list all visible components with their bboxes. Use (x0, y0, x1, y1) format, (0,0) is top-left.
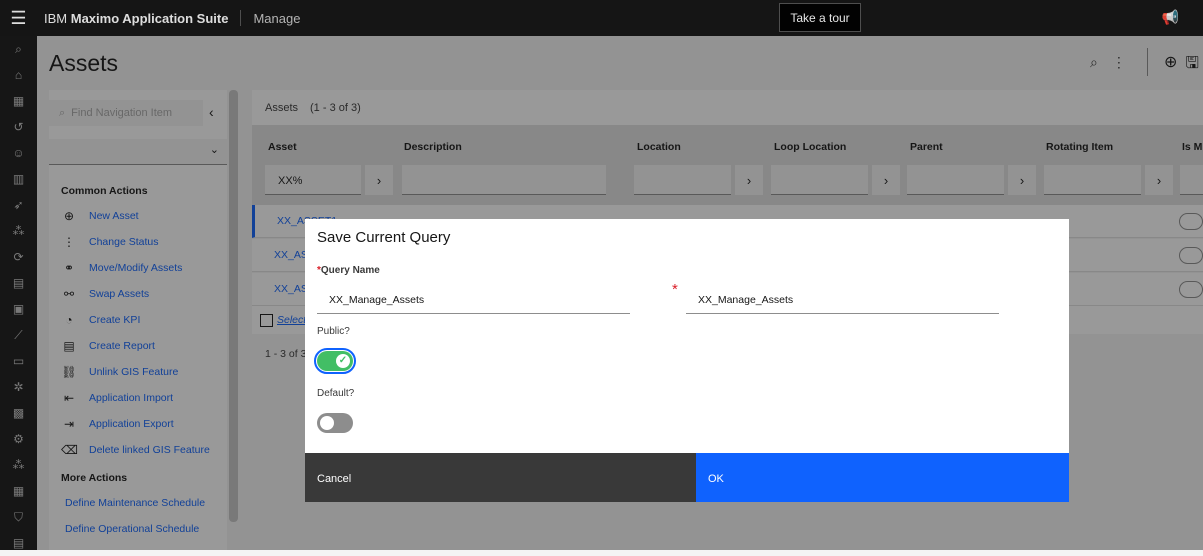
modal-overlay-top (0, 0, 1203, 36)
save-query-dialog: Save Current Query *Query Name XX_Manage… (305, 219, 1069, 502)
public-label: Public? (317, 326, 350, 337)
ok-button[interactable]: OK (696, 453, 1069, 502)
public-toggle[interactable]: ✓ (314, 348, 356, 374)
query-name-label: *Query Name (317, 265, 380, 276)
description-input[interactable]: XX_Manage_Assets (686, 284, 999, 314)
checkmark-icon: ✓ (336, 354, 350, 368)
cancel-button[interactable]: Cancel (305, 453, 696, 502)
default-toggle[interactable] (317, 413, 353, 433)
dialog-title: Save Current Query (317, 229, 451, 246)
query-name-input[interactable]: XX_Manage_Assets (317, 284, 630, 314)
default-label: Default? (317, 388, 355, 399)
toggle-knob (320, 416, 334, 430)
required-indicator: * (672, 281, 678, 298)
